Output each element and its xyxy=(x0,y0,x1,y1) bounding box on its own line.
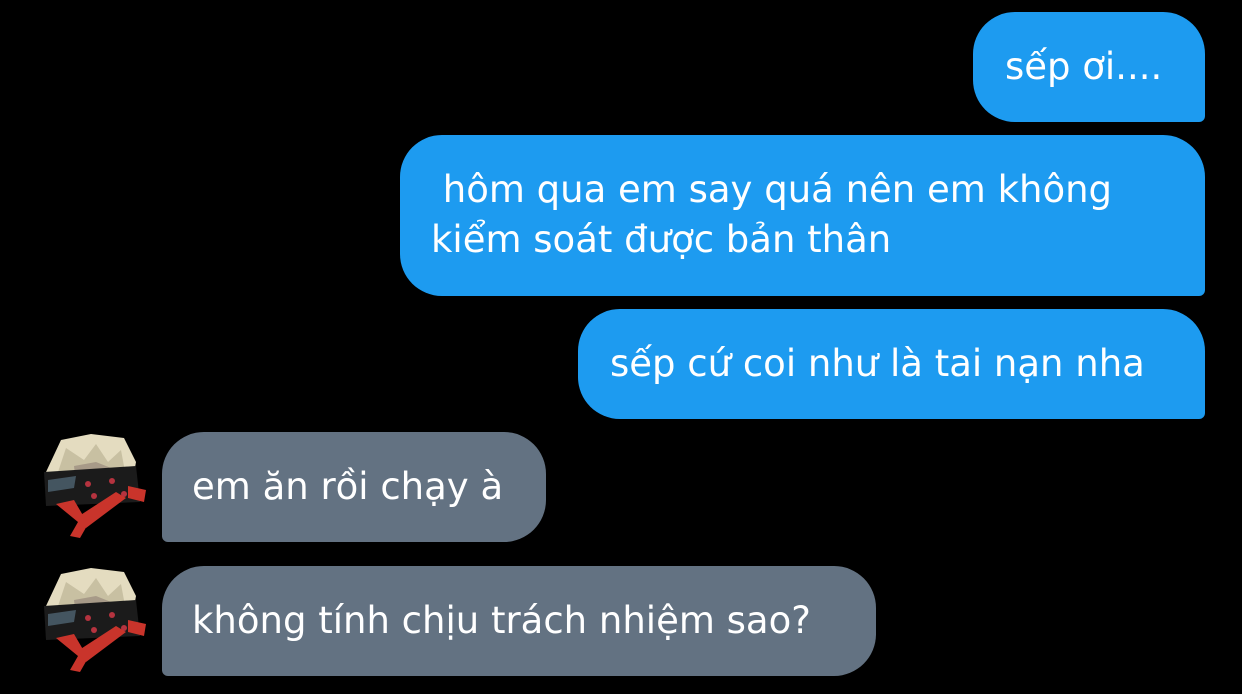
received-message-bubble[interactable]: em ăn rồi chạy à xyxy=(162,432,546,542)
sent-message-bubble[interactable]: hôm qua em say quá nên em không kiểm soá… xyxy=(400,135,1205,296)
sent-message-bubble[interactable]: sếp ơi.... xyxy=(973,12,1205,122)
avatar-image-icon xyxy=(44,568,146,672)
received-message-bubble[interactable]: không tính chịu trách nhiệm sao? xyxy=(162,566,876,676)
sent-message-bubble[interactable]: sếp cứ coi như là tai nạn nha xyxy=(578,309,1205,419)
contact-avatar[interactable] xyxy=(36,566,146,676)
contact-avatar[interactable] xyxy=(36,432,146,542)
avatar-image-icon xyxy=(44,434,146,538)
